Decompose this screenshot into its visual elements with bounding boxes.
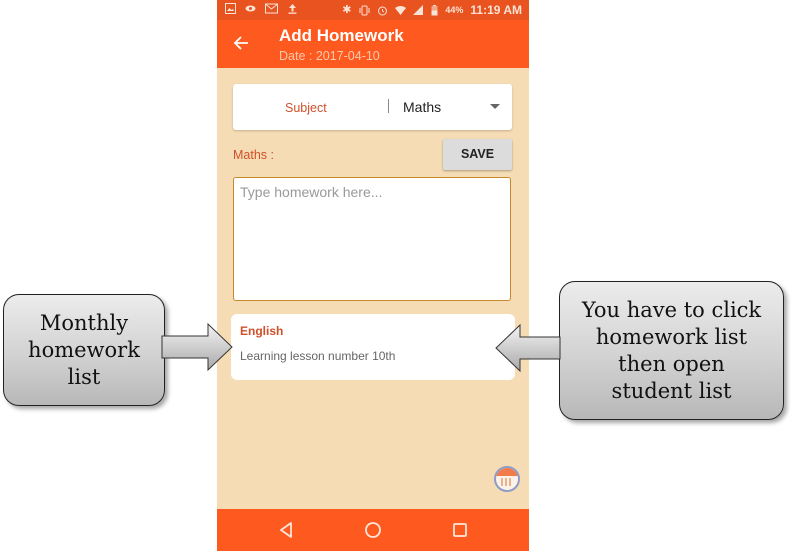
status-bar: ✱ 44% 11:19 AM (217, 0, 529, 20)
battery-percent: 44% (445, 5, 464, 15)
wifi-icon (395, 5, 407, 15)
calendar-grid (501, 478, 513, 486)
subject-selector[interactable]: Subject Maths (233, 84, 512, 130)
homework-description: Learning lesson number 10th (240, 349, 396, 363)
calendar-button[interactable] (494, 466, 520, 492)
image-icon (225, 3, 236, 14)
eye-icon (245, 5, 256, 12)
calendar-icon (496, 468, 518, 476)
chevron-down-icon[interactable] (490, 104, 500, 109)
bluetooth-icon: ✱ (342, 3, 352, 16)
app-bar: Add Homework Date : 2017-04-10 (217, 20, 529, 68)
annotation-click-instruction: You have to click homework list then ope… (559, 281, 784, 420)
annotation-line: homework list (595, 324, 748, 349)
subject-dropdown-value[interactable]: Maths (403, 99, 441, 115)
annotation-line: homework (28, 337, 140, 362)
arrow-right-icon (161, 322, 233, 372)
back-button[interactable] (229, 31, 253, 55)
annotation-monthly-homework-list: Monthly homework list (3, 294, 165, 406)
homework-list-item[interactable]: English Learning lesson number 10th (231, 314, 515, 380)
phone-screen: ✱ 44% 11:19 AM Add Homework Date : 2017-… (217, 0, 529, 551)
annotation-line: then open (618, 351, 725, 376)
page-date: Date : 2017-04-10 (279, 49, 380, 63)
clock: 11:19 AM (470, 3, 522, 17)
annotation-line: student list (611, 378, 732, 403)
save-button[interactable]: SAVE (443, 139, 512, 170)
annotation-line: You have to click (581, 297, 762, 322)
homework-subject: English (240, 324, 284, 338)
home-circle-icon[interactable] (362, 519, 384, 541)
upload-icon (288, 4, 297, 14)
annotation-line: Monthly (39, 310, 129, 335)
subject-label: Subject (285, 101, 327, 115)
page-title: Add Homework (279, 26, 404, 45)
signal-icon (413, 4, 424, 15)
back-triangle-icon[interactable] (276, 519, 298, 541)
homework-input[interactable] (233, 177, 511, 301)
annotation-line: list (67, 364, 101, 389)
recent-square-icon[interactable] (449, 519, 471, 541)
arrow-left-icon (495, 323, 561, 373)
alarm-icon (378, 6, 388, 15)
divider (388, 99, 389, 113)
gmail-icon (265, 3, 278, 14)
vibrate-icon (359, 5, 370, 15)
selected-subject-label: Maths : (233, 148, 274, 162)
system-nav-bar (217, 509, 529, 551)
arrow-left-icon (233, 36, 248, 50)
battery-icon (431, 4, 438, 15)
